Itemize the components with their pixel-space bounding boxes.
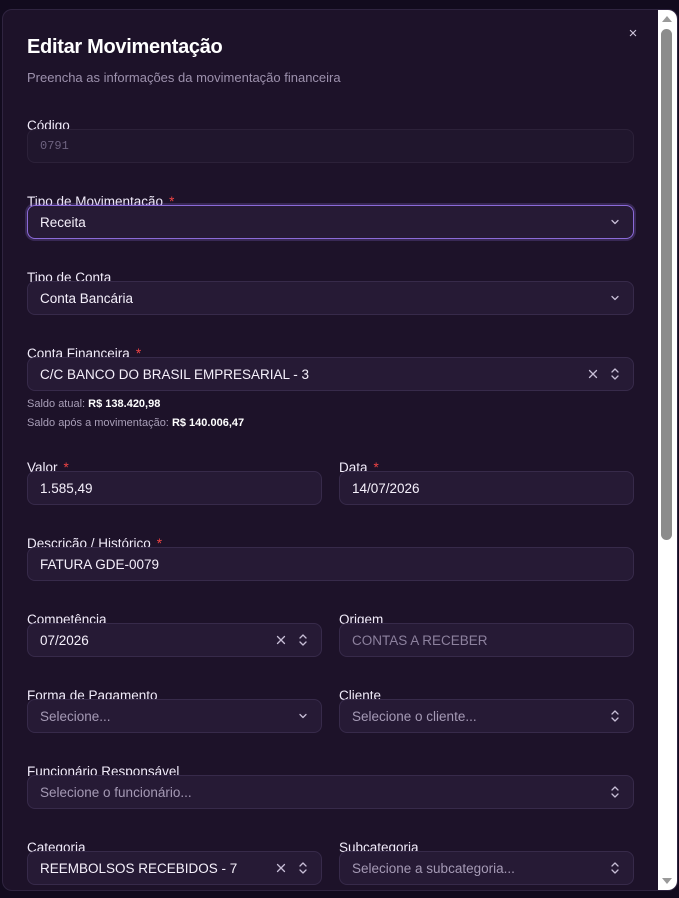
data-value: 14/07/2026 <box>352 480 420 496</box>
clear-icon[interactable] <box>275 862 287 874</box>
chevrons-up-down-icon <box>299 634 307 646</box>
descricao-value: FATURA GDE-0079 <box>40 556 160 572</box>
forma-pagamento-select[interactable]: Selecione... <box>27 699 322 733</box>
dialog-title: Editar Movimentação <box>27 36 223 58</box>
subcategoria-placeholder: Selecione a subcategoria... <box>352 860 515 876</box>
saldo-atual-hint: Saldo atual: R$ 138.420,98 <box>27 398 161 410</box>
tipo-conta-value: Conta Bancária <box>40 290 134 306</box>
tipo-movimentacao-value: Receita <box>40 214 86 230</box>
cliente-placeholder: Selecione o cliente... <box>352 708 477 724</box>
origem-field: CONTAS A RECEBER <box>339 623 634 657</box>
clear-icon[interactable] <box>587 368 599 380</box>
saldo-apos-value: R$ 140.006,47 <box>171 417 245 429</box>
edit-movement-dialog: × Editar Movimentação Preencha as inform… <box>2 9 678 891</box>
categoria-combobox[interactable]: REEMBOLSOS RECEBIDOS - 7 <box>27 851 322 885</box>
origem-value: CONTAS A RECEBER <box>352 632 488 648</box>
chevron-down-icon <box>611 295 619 301</box>
scroll-down-arrow-icon[interactable] <box>662 878 672 884</box>
competencia-combobox[interactable]: 07/2026 <box>27 623 322 657</box>
saldo-apos-hint: Saldo após a movimentação: R$ 140.006,47 <box>27 417 245 429</box>
codigo-value: 0791 <box>40 139 69 153</box>
codigo-field: 0791 <box>27 129 634 163</box>
scroll-up-arrow-icon[interactable] <box>662 16 672 22</box>
forma-pagamento-placeholder: Selecione... <box>40 708 111 724</box>
close-icon[interactable]: × <box>625 26 641 42</box>
valor-input[interactable]: 1.585,49 <box>27 471 322 505</box>
competencia-value: 07/2026 <box>40 632 89 648</box>
scrollbar-thumb[interactable] <box>661 29 672 540</box>
descricao-input[interactable]: FATURA GDE-0079 <box>27 547 634 581</box>
dialog-subtitle: Preencha as informações da movimentação … <box>27 70 341 85</box>
vertical-scrollbar[interactable] <box>658 10 677 890</box>
valor-value: 1.585,49 <box>40 480 93 496</box>
clear-icon[interactable] <box>275 634 287 646</box>
cliente-combobox[interactable]: Selecione o cliente... <box>339 699 634 733</box>
chevrons-up-down-icon <box>611 368 619 380</box>
tipo-conta-select[interactable]: Conta Bancária <box>27 281 634 315</box>
conta-financeira-combobox[interactable]: C/C BANCO DO BRASIL EMPRESARIAL - 3 <box>27 357 634 391</box>
funcionario-placeholder: Selecione o funcionário... <box>40 784 192 800</box>
dialog-content: × Editar Movimentação Preencha as inform… <box>3 10 658 890</box>
tipo-movimentacao-select[interactable]: Receita <box>27 205 634 239</box>
chevrons-up-down-icon <box>611 786 619 798</box>
chevrons-up-down-icon <box>611 710 619 722</box>
funcionario-combobox[interactable]: Selecione o funcionário... <box>27 775 634 809</box>
data-input[interactable]: 14/07/2026 <box>339 471 634 505</box>
chevrons-up-down-icon <box>299 862 307 874</box>
chevron-down-icon <box>299 713 307 719</box>
saldo-atual-value: R$ 138.420,98 <box>88 398 161 410</box>
chevrons-up-down-icon <box>611 862 619 874</box>
categoria-value: REEMBOLSOS RECEBIDOS - 7 <box>40 860 238 876</box>
conta-financeira-value: C/C BANCO DO BRASIL EMPRESARIAL - 3 <box>40 366 310 382</box>
subcategoria-combobox[interactable]: Selecione a subcategoria... <box>339 851 634 885</box>
chevron-down-icon <box>611 219 619 225</box>
